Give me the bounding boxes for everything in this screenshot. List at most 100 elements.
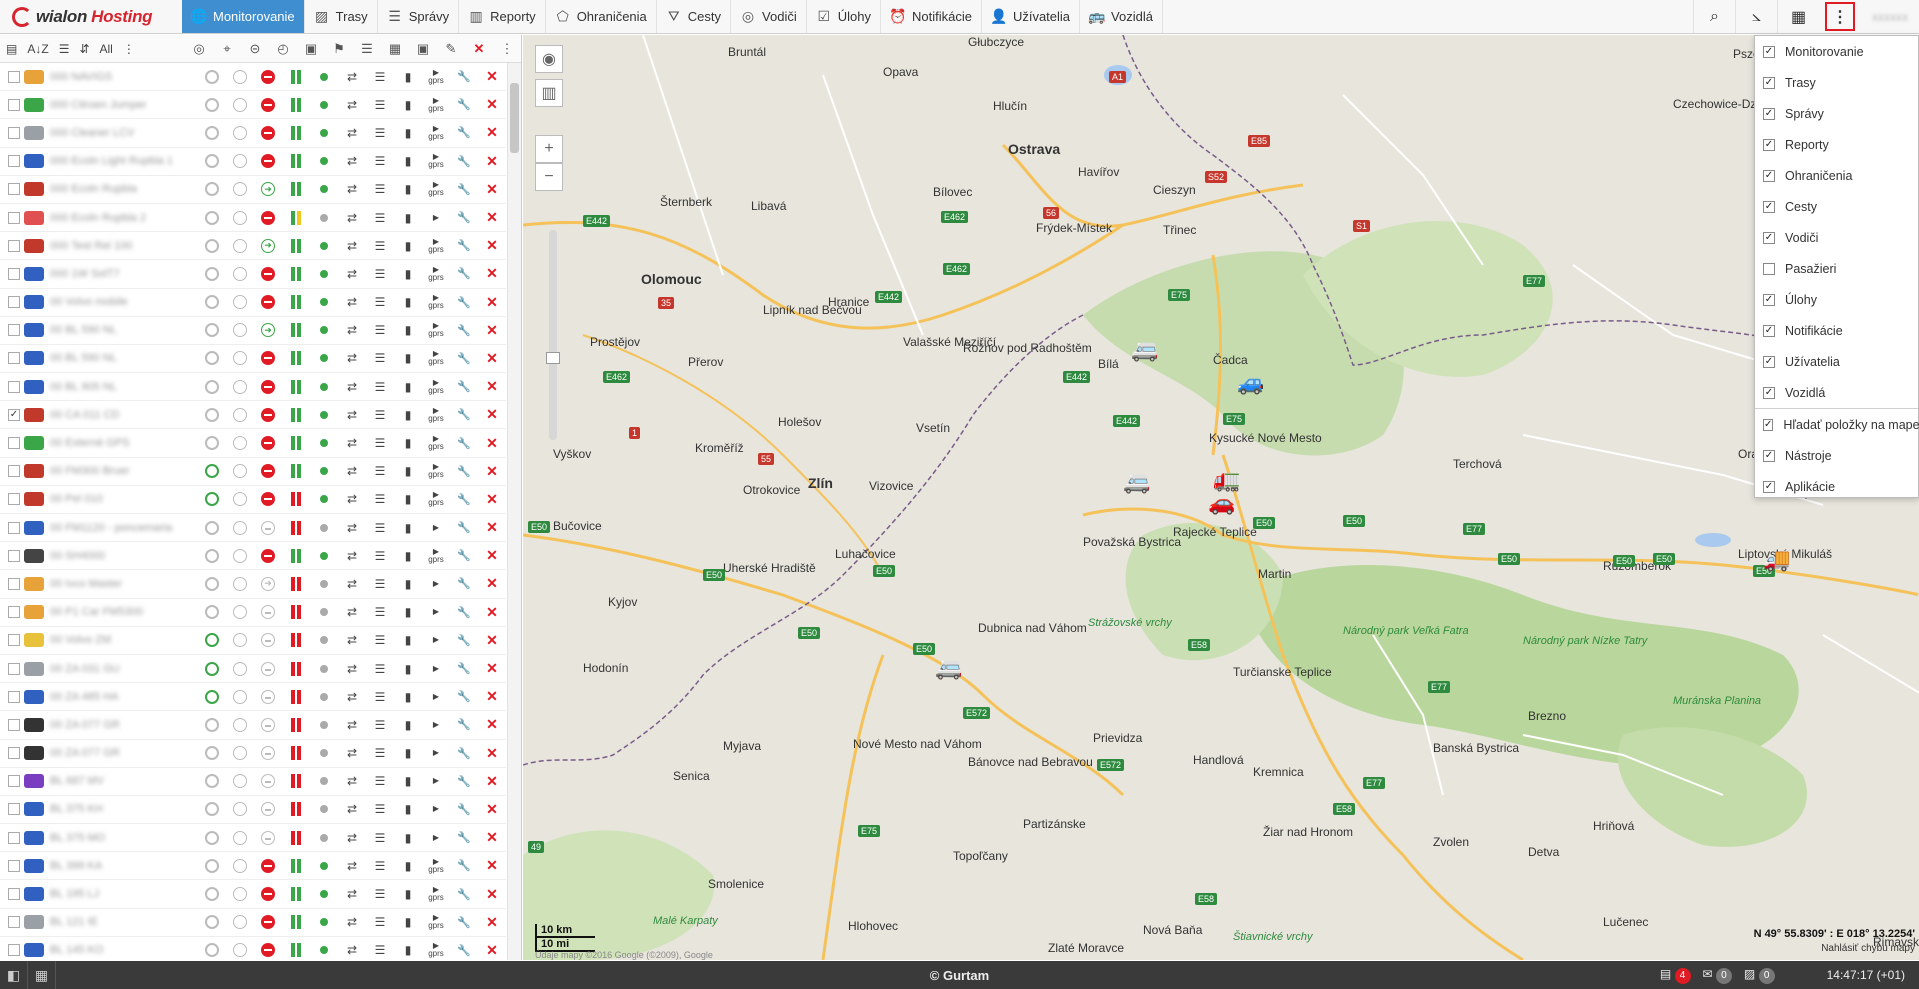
locate-cell[interactable]: [226, 204, 254, 232]
menu-item-aplikácie[interactable]: ✓ Aplikácie: [1755, 471, 1918, 502]
row-checkbox[interactable]: [8, 662, 20, 675]
geofence-cell[interactable]: [254, 908, 282, 936]
delete-cell[interactable]: ✕: [478, 626, 506, 654]
command-cell[interactable]: ▶ gprs: [422, 401, 450, 429]
chart-cell[interactable]: ▮: [394, 880, 422, 908]
edit-cell[interactable]: 🔧: [450, 795, 478, 823]
delete-cell[interactable]: ✕: [478, 598, 506, 626]
table-row[interactable]: 00 ZA 485 HA ⇄ ☰ ▮ ▶ 🔧 ✕: [0, 683, 506, 712]
table-row[interactable]: 000 Citroen Jumper ⇄ ☰ ▮ ▶ gprs 🔧 ✕: [0, 91, 506, 120]
unit-name[interactable]: 000 Ecoln Rupbla: [50, 183, 198, 195]
delete-cell[interactable]: ✕: [478, 485, 506, 513]
nav-notifikácie[interactable]: ⏰ Notifikácie: [881, 0, 982, 33]
report-map-error-link[interactable]: Nahlásiť chybu mapy: [1821, 943, 1915, 954]
unit-name[interactable]: 000 Test Rel 100: [50, 240, 198, 252]
unit-name[interactable]: BL 145 KO: [50, 944, 198, 956]
menu-item-úlohy[interactable]: ✓ Úlohy: [1755, 284, 1918, 315]
delete-cell[interactable]: ✕: [478, 542, 506, 570]
chart-cell[interactable]: ▮: [394, 936, 422, 960]
column-header-4-icon[interactable]: ▣: [297, 35, 325, 63]
driver-cell[interactable]: [198, 204, 226, 232]
yellow-bus-icon[interactable]: 🚐: [1131, 337, 1158, 363]
command-cell[interactable]: ▶: [422, 514, 450, 542]
command-cell[interactable]: ▶ gprs: [422, 542, 450, 570]
blue-car-icon[interactable]: 🚙: [1237, 370, 1264, 396]
yellow-van-icon[interactable]: 🚐: [1123, 469, 1150, 495]
chart-cell[interactable]: ▮: [394, 655, 422, 683]
table-row[interactable]: 00 FM1120 - poncemaria ⇄ ☰ ▮ ▶ 🔧 ✕: [0, 514, 506, 543]
menu-item-cesty[interactable]: ✓ Cesty: [1755, 191, 1918, 222]
unit-name[interactable]: 000 1W SolT7: [50, 268, 198, 280]
edit-cell[interactable]: 🔧: [450, 119, 478, 147]
delete-cell[interactable]: ✕: [478, 344, 506, 372]
driver-cell[interactable]: [198, 683, 226, 711]
locate-cell[interactable]: [226, 655, 254, 683]
geofence-cell[interactable]: [254, 401, 282, 429]
locate-cell[interactable]: [226, 626, 254, 654]
row-checkbox[interactable]: [8, 324, 20, 337]
unit-name[interactable]: BL 375 MO: [50, 832, 198, 844]
row-checkbox[interactable]: [8, 521, 20, 534]
unit-name[interactable]: 00 Pel 010: [50, 493, 198, 505]
list-scrollbar[interactable]: [507, 63, 521, 960]
unit-name[interactable]: 00 ZA 485 HA: [50, 691, 198, 703]
list-cell[interactable]: ☰: [366, 514, 394, 542]
connection-cell[interactable]: ⇄: [338, 429, 366, 457]
delete-cell[interactable]: ✕: [478, 908, 506, 936]
delete-cell[interactable]: ✕: [478, 63, 506, 91]
menu-checkbox[interactable]: ✓: [1763, 76, 1775, 89]
connection-cell[interactable]: ⇄: [338, 767, 366, 795]
command-cell[interactable]: ▶: [422, 795, 450, 823]
row-checkbox[interactable]: [8, 239, 20, 252]
menu-checkbox[interactable]: ✓: [1763, 138, 1775, 151]
list-cell[interactable]: ☰: [366, 175, 394, 203]
driver-cell[interactable]: [198, 373, 226, 401]
geofence-cell[interactable]: ➜: [254, 570, 282, 598]
row-checkbox[interactable]: [8, 98, 20, 111]
unit-name[interactable]: BL 121 IE: [50, 916, 198, 928]
list-cell[interactable]: ☰: [366, 429, 394, 457]
chart-cell[interactable]: ▮: [394, 119, 422, 147]
nav-správy[interactable]: ☰ Správy: [378, 0, 460, 33]
list-tool-3-icon[interactable]: ⇵: [79, 42, 89, 56]
driver-cell[interactable]: [198, 260, 226, 288]
list-cell[interactable]: ☰: [366, 316, 394, 344]
table-row[interactable]: 000 Ecoln Light Rupbla 1 ⇄ ☰ ▮ ▶ gprs 🔧 ✕: [0, 148, 506, 176]
locate-cell[interactable]: [226, 711, 254, 739]
list-cell[interactable]: ☰: [366, 852, 394, 880]
command-cell[interactable]: ▶: [422, 626, 450, 654]
locate-cell[interactable]: [226, 63, 254, 91]
menu-checkbox[interactable]: ✓: [1763, 231, 1775, 244]
chart-cell[interactable]: ▮: [394, 739, 422, 767]
menu-checkbox[interactable]: ✓: [1763, 107, 1775, 120]
locate-cell[interactable]: [226, 570, 254, 598]
list-cell[interactable]: ☰: [366, 908, 394, 936]
geofence-cell[interactable]: [254, 63, 282, 91]
row-checkbox[interactable]: [8, 352, 20, 365]
list-cell[interactable]: ☰: [366, 344, 394, 372]
unit-name[interactable]: 000 Citroen Jumper: [50, 99, 198, 111]
row-checkbox[interactable]: [8, 775, 20, 788]
driver-cell[interactable]: [198, 63, 226, 91]
menu-item-trasy[interactable]: ✓ Trasy: [1755, 67, 1918, 98]
toggle-panel-icon[interactable]: ◧: [0, 961, 28, 989]
delete-cell[interactable]: ✕: [478, 457, 506, 485]
table-row[interactable]: 00 SH4000 ⇄ ☰ ▮ ▶ gprs 🔧 ✕: [0, 542, 506, 571]
list-cell[interactable]: ☰: [366, 232, 394, 260]
chart-cell[interactable]: ▮: [394, 429, 422, 457]
menu-checkbox[interactable]: ✓: [1763, 386, 1775, 399]
locate-cell[interactable]: [226, 260, 254, 288]
list-cell[interactable]: ☰: [366, 91, 394, 119]
locate-cell[interactable]: [226, 429, 254, 457]
list-cell[interactable]: ☰: [366, 401, 394, 429]
command-cell[interactable]: ▶: [422, 570, 450, 598]
unit-name[interactable]: BL 399 KA: [50, 860, 198, 872]
row-checkbox[interactable]: [8, 634, 20, 647]
connection-cell[interactable]: ⇄: [338, 147, 366, 175]
locate-cell[interactable]: [226, 795, 254, 823]
menu-checkbox[interactable]: ✓: [1763, 169, 1775, 182]
locate-cell[interactable]: [226, 824, 254, 852]
chart-cell[interactable]: ▮: [394, 711, 422, 739]
command-cell[interactable]: ▶ gprs: [422, 485, 450, 513]
nav-cesty[interactable]: ⛛ Cesty: [657, 0, 732, 33]
